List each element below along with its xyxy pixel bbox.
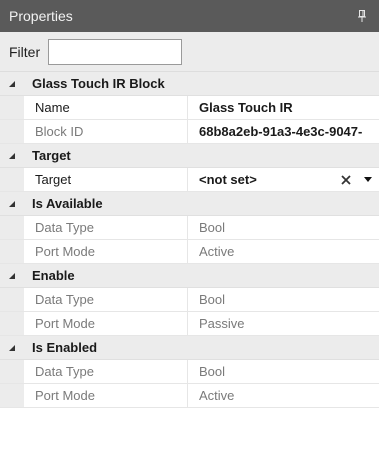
category-label: Glass Touch IR Block — [32, 76, 165, 91]
collapse-triangle-icon[interactable] — [0, 336, 24, 360]
filter-input[interactable] — [48, 38, 183, 65]
property-row-port-mode[interactable]: Port Mode Active — [0, 384, 379, 408]
properties-panel: Properties Filter Glass Touch IR Block N… — [0, 0, 379, 471]
property-value[interactable]: 68b8a2eb-91a3-4e3c-9047- — [188, 120, 379, 143]
property-name: Port Mode — [24, 384, 188, 407]
property-row-data-type[interactable]: Data Type Bool — [0, 360, 379, 384]
category-enable[interactable]: Enable — [0, 264, 379, 288]
property-value: Bool — [199, 364, 226, 379]
property-row-target[interactable]: Target <not set> — [0, 168, 379, 192]
category-label: Is Available — [32, 196, 103, 211]
category-is-available[interactable]: Is Available — [0, 192, 379, 216]
category-label: Target — [32, 148, 71, 163]
property-row-name[interactable]: Name Glass Touch IR — [0, 96, 379, 120]
category-target[interactable]: Target — [0, 144, 379, 168]
panel-title: Properties — [9, 8, 73, 24]
category-label: Is Enabled — [32, 340, 98, 355]
property-row-block-id[interactable]: Block ID 68b8a2eb-91a3-4e3c-9047- — [0, 120, 379, 144]
property-name: Port Mode — [24, 240, 188, 263]
pin-icon[interactable] — [357, 9, 367, 23]
property-value: Active — [199, 388, 235, 403]
collapse-triangle-icon[interactable] — [0, 144, 24, 168]
filter-label: Filter — [9, 43, 41, 60]
property-name: Data Type — [24, 216, 188, 239]
property-value: Bool — [199, 292, 226, 307]
target-value-text[interactable]: <not set> — [199, 172, 257, 187]
property-name: Port Mode — [24, 312, 188, 335]
clear-icon[interactable] — [337, 171, 355, 189]
property-name: Data Type — [24, 360, 188, 383]
property-value: Active — [199, 244, 235, 259]
property-name: Data Type — [24, 288, 188, 311]
property-value[interactable]: Glass Touch IR — [188, 96, 379, 119]
dropdown-arrow-icon[interactable] — [361, 171, 375, 189]
category-label: Enable — [32, 268, 75, 283]
property-row-data-type[interactable]: Data Type Bool — [0, 288, 379, 312]
collapse-triangle-icon[interactable] — [0, 264, 24, 288]
property-row-data-type[interactable]: Data Type Bool — [0, 216, 379, 240]
property-value: Passive — [199, 316, 245, 331]
property-row-port-mode[interactable]: Port Mode Active — [0, 240, 379, 264]
property-name: Target — [24, 168, 188, 191]
filter-bar: Filter — [0, 32, 379, 72]
panel-titlebar: Properties — [0, 0, 379, 32]
property-value: Bool — [199, 220, 226, 235]
collapse-triangle-icon[interactable] — [0, 72, 24, 96]
property-name: Name — [24, 96, 188, 119]
category-is-enabled[interactable]: Is Enabled — [0, 336, 379, 360]
collapse-triangle-icon[interactable] — [0, 192, 24, 216]
property-grid: Glass Touch IR Block Name Glass Touch IR… — [0, 72, 379, 408]
property-name: Block ID — [24, 120, 188, 143]
property-value[interactable]: <not set> — [188, 168, 379, 191]
property-row-port-mode[interactable]: Port Mode Passive — [0, 312, 379, 336]
category-glass-touch-ir-block[interactable]: Glass Touch IR Block — [0, 72, 379, 96]
